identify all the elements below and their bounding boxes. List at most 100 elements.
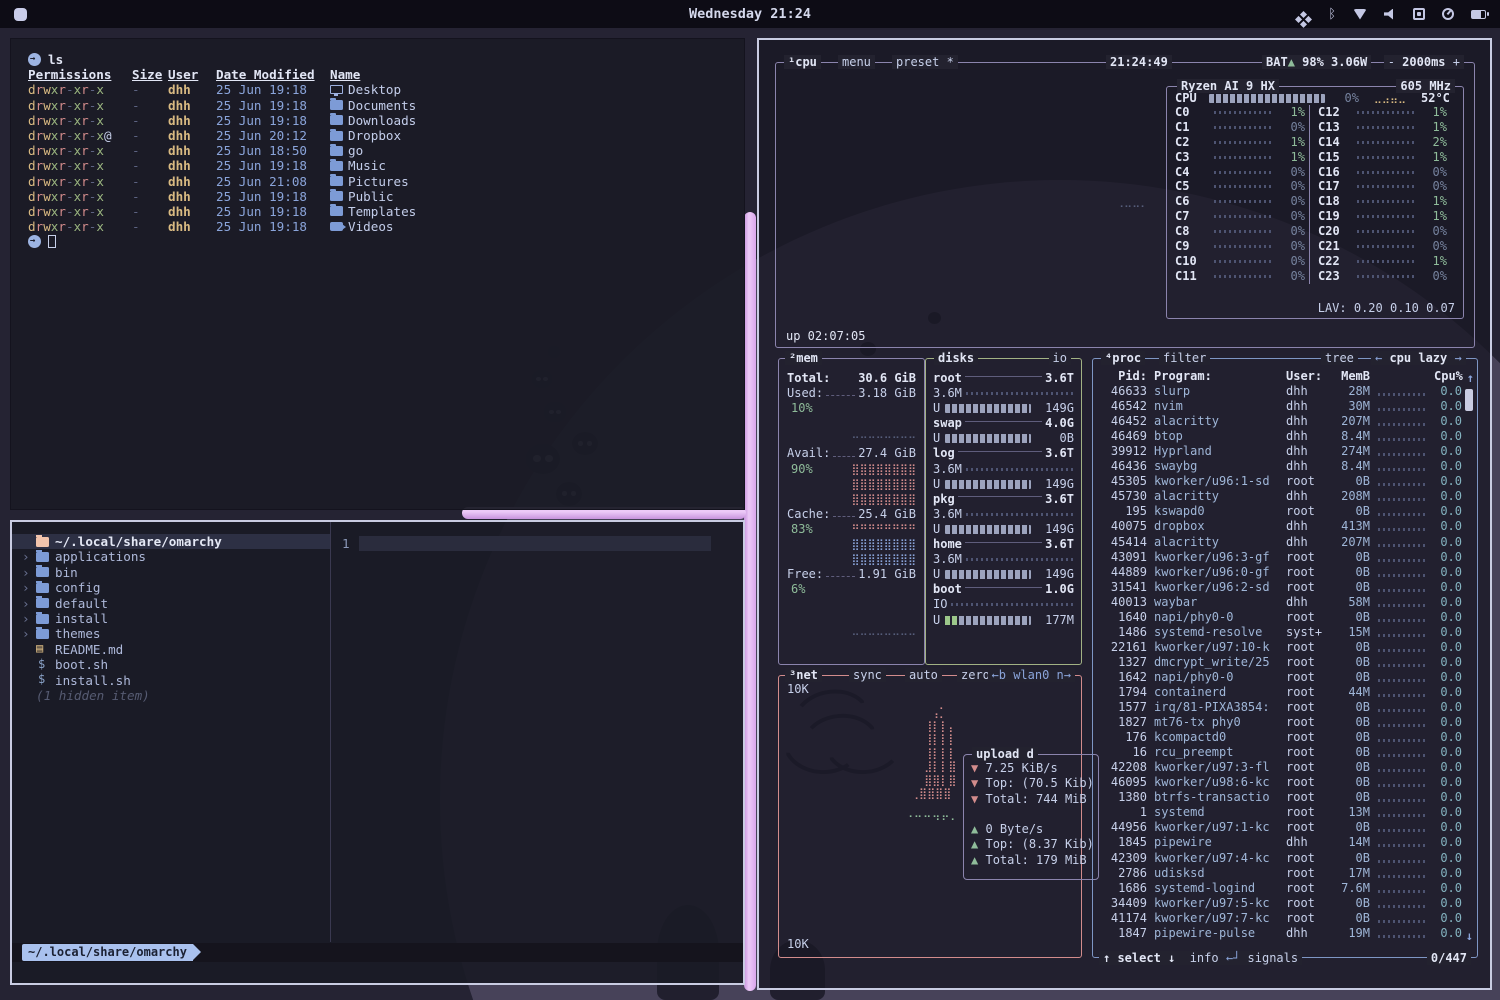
process-memory: 0B bbox=[1332, 610, 1370, 625]
process-row[interactable]: 195 kswapd0 root 0B 0.0 bbox=[1093, 504, 1477, 519]
process-row[interactable]: 31541 kworker/u96:2-sd root 0B 0.0 bbox=[1093, 580, 1477, 595]
tree-item[interactable]: › applications bbox=[12, 549, 330, 564]
process-row[interactable]: 1794 containerd root 44M 0.0 bbox=[1093, 685, 1477, 700]
process-cpu-percent: 0.0 bbox=[1434, 700, 1462, 715]
tree-item[interactable]: › config bbox=[12, 580, 330, 595]
disk-list: root3.6T 3.6M U149G swap4.0G U0B log3.6T… bbox=[926, 359, 1081, 628]
process-pid: 40013 bbox=[1101, 595, 1147, 610]
select-keys[interactable]: ↑ select ↓ bbox=[1103, 951, 1175, 965]
proc-tree-toggle[interactable]: tree bbox=[1321, 351, 1358, 365]
process-row[interactable]: 1827 mt76-tx phy0 root 0B 0.0 bbox=[1093, 715, 1477, 730]
net-auto-toggle[interactable]: auto bbox=[905, 668, 942, 682]
process-row[interactable]: 1 systemd root 13M 0.0 bbox=[1093, 805, 1477, 820]
cpu-monitor-icon[interactable] bbox=[1413, 8, 1425, 20]
refresh-interval-control[interactable]: - 2000ms + bbox=[1384, 55, 1464, 69]
volume-icon[interactable] bbox=[1384, 9, 1396, 20]
core-row: C7 0% bbox=[1175, 209, 1305, 224]
process-row[interactable]: 1577 irq/81-PIXA3854: root 0B 0.0 bbox=[1093, 700, 1477, 715]
process-row[interactable]: 34409 kworker/u97:5-kc root 0B 0.0 bbox=[1093, 896, 1477, 911]
process-row[interactable]: 41174 kworker/u97:7-kc root 0B 0.0 bbox=[1093, 911, 1477, 926]
process-row[interactable]: 46542 nvim dhh 30M 0.0 bbox=[1093, 399, 1477, 414]
process-row[interactable]: 22161 kworker/u97:10-k root 0B 0.0 bbox=[1093, 640, 1477, 655]
tab-cpu[interactable]: ¹cpu bbox=[784, 55, 821, 69]
tree-item[interactable]: boot.sh bbox=[12, 657, 330, 672]
process-row[interactable]: 46436 swaybg dhh 8.4M 0.0 bbox=[1093, 459, 1477, 474]
net-sync-toggle[interactable]: sync bbox=[849, 668, 886, 682]
wifi-icon[interactable] bbox=[1353, 9, 1367, 20]
info-key[interactable]: info bbox=[1190, 951, 1219, 965]
process-row[interactable]: 42208 kworker/u97:3-fl root 0B 0.0 bbox=[1093, 760, 1477, 775]
terminal-window-ls[interactable]: ls Permissions Size User Date Modified N… bbox=[10, 38, 745, 510]
process-row[interactable]: 40013 waybar dhh 58M 0.0 bbox=[1093, 595, 1477, 610]
tree-item[interactable]: › themes bbox=[12, 626, 330, 641]
process-row[interactable]: 43091 kworker/u96:3-gf root 0B 0.0 bbox=[1093, 550, 1477, 565]
process-row[interactable]: 45305 kworker/u96:1-sd root 0B 0.0 bbox=[1093, 474, 1477, 489]
process-row[interactable]: 42309 kworker/u97:4-kc root 0B 0.0 bbox=[1093, 851, 1477, 866]
process-row[interactable]: 44956 kworker/u97:1-kc root 0B 0.0 bbox=[1093, 820, 1477, 835]
disks-io-toggle[interactable]: io bbox=[1049, 351, 1071, 365]
process-cpu-graph bbox=[1378, 920, 1428, 923]
signals-key[interactable]: signals bbox=[1248, 951, 1299, 965]
process-cpu-graph bbox=[1378, 905, 1428, 908]
tree-item-label: bin bbox=[55, 565, 78, 580]
prompt-line-empty[interactable] bbox=[28, 234, 744, 249]
process-row[interactable]: 45730 alacritty dhh 208M 0.0 bbox=[1093, 489, 1477, 504]
process-row[interactable]: 1486 systemd-resolve syst+ 15M 0.0 bbox=[1093, 625, 1477, 640]
process-row[interactable]: 2786 udisksd root 17M 0.0 bbox=[1093, 866, 1477, 881]
proc-scrollbar-thumb[interactable] bbox=[1465, 389, 1473, 411]
proc-filter-button[interactable]: filter bbox=[1159, 351, 1210, 365]
process-row[interactable]: 46095 kworker/u98:6-kc root 0B 0.0 bbox=[1093, 775, 1477, 790]
menu-button[interactable]: menu bbox=[838, 55, 875, 69]
dropbox-icon[interactable] bbox=[1300, 10, 1307, 17]
size: - bbox=[132, 219, 168, 234]
preset-button[interactable]: preset * bbox=[892, 55, 958, 69]
core-row: C0 1% bbox=[1175, 105, 1305, 120]
process-row[interactable]: 40075 dropbox dhh 413M 0.0 bbox=[1093, 519, 1477, 534]
ls-row: drwxr-xr-x - dhh 25 Jun 19:18 Downloads bbox=[28, 113, 744, 128]
tree-root-item[interactable]: ~/.local/share/omarchy bbox=[12, 534, 330, 549]
battery-icon[interactable] bbox=[1471, 10, 1486, 19]
proc-sort-selector[interactable]: ← cpu lazy → bbox=[1371, 351, 1466, 365]
process-cpu-percent: 0.0 bbox=[1434, 640, 1462, 655]
net-interface-switcher[interactable]: ←b wlan0 n→ bbox=[988, 668, 1075, 682]
tab-proc[interactable]: ⁴proc bbox=[1101, 351, 1145, 365]
tree-item[interactable]: README.md bbox=[12, 642, 330, 657]
process-row[interactable]: 176 kcompactd0 root 0B 0.0 bbox=[1093, 730, 1477, 745]
process-user: root bbox=[1286, 730, 1332, 745]
scroll-down-icon[interactable]: ↓ bbox=[1466, 929, 1473, 943]
process-row[interactable]: 16 rcu_preempt root 0B 0.0 bbox=[1093, 745, 1477, 760]
core-name: C17 bbox=[1318, 179, 1352, 194]
btop-window[interactable]: ¹cpu menu preset * 21:24:49 BAT▲ 98% 3.0… bbox=[757, 38, 1492, 990]
process-row[interactable]: 44889 kworker/u96:0-gf root 0B 0.0 bbox=[1093, 565, 1477, 580]
tree-item[interactable]: › bin bbox=[12, 565, 330, 580]
process-row[interactable]: 1845 pipewire dhh 14M 0.0 bbox=[1093, 835, 1477, 850]
tab-mem[interactable]: ²mem bbox=[785, 351, 822, 365]
process-row[interactable]: 1380 btrfs-transactio root 0B 0.0 bbox=[1093, 790, 1477, 805]
process-row[interactable]: 46633 slurp dhh 28M 0.0 bbox=[1093, 384, 1477, 399]
process-row[interactable]: 39912 Hyprland dhh 274M 0.0 bbox=[1093, 444, 1477, 459]
process-row[interactable]: 46469 btop dhh 8.4M 0.0 bbox=[1093, 429, 1477, 444]
core-name: C4 bbox=[1175, 165, 1209, 180]
mem-total: 30.6 GiB bbox=[858, 371, 916, 386]
tree-item-label: applications bbox=[55, 549, 146, 564]
process-row[interactable]: 1847 pipewire-pulse dhh 19M 0.0 bbox=[1093, 926, 1477, 941]
process-row[interactable]: 1640 napi/phy0-0 root 0B 0.0 bbox=[1093, 610, 1477, 625]
tree-item[interactable]: › install bbox=[12, 611, 330, 626]
core-name: C12 bbox=[1318, 105, 1352, 120]
process-row[interactable]: 1642 napi/phy0-0 root 0B 0.0 bbox=[1093, 670, 1477, 685]
file-tree-pane: ~/.local/share/omarchy › applications › … bbox=[12, 522, 330, 942]
tree-item[interactable]: install.sh bbox=[12, 673, 330, 688]
bluetooth-icon[interactable]: ᛒ bbox=[1328, 8, 1336, 21]
editor-window-nvim[interactable]: ~/.local/share/omarchy › applications › … bbox=[10, 520, 745, 985]
pane-divider[interactable] bbox=[330, 522, 331, 942]
scroll-up-icon[interactable]: ↑ bbox=[1467, 371, 1474, 385]
gauge-icon[interactable] bbox=[1442, 8, 1454, 20]
process-row[interactable]: 1686 systemd-logind root 7.6M 0.0 bbox=[1093, 881, 1477, 896]
process-row[interactable]: 46452 alacritty dhh 207M 0.0 bbox=[1093, 414, 1477, 429]
process-row[interactable]: 45414 alacritty dhh 207M 0.0 bbox=[1093, 535, 1477, 550]
process-row[interactable]: 1327 dmcrypt_write/25 root 0B 0.0 bbox=[1093, 655, 1477, 670]
tree-item[interactable]: › default bbox=[12, 596, 330, 611]
tree-item-label: install bbox=[55, 611, 108, 626]
tab-net[interactable]: ³net bbox=[785, 668, 822, 682]
process-cpu-percent: 0.0 bbox=[1434, 775, 1462, 790]
